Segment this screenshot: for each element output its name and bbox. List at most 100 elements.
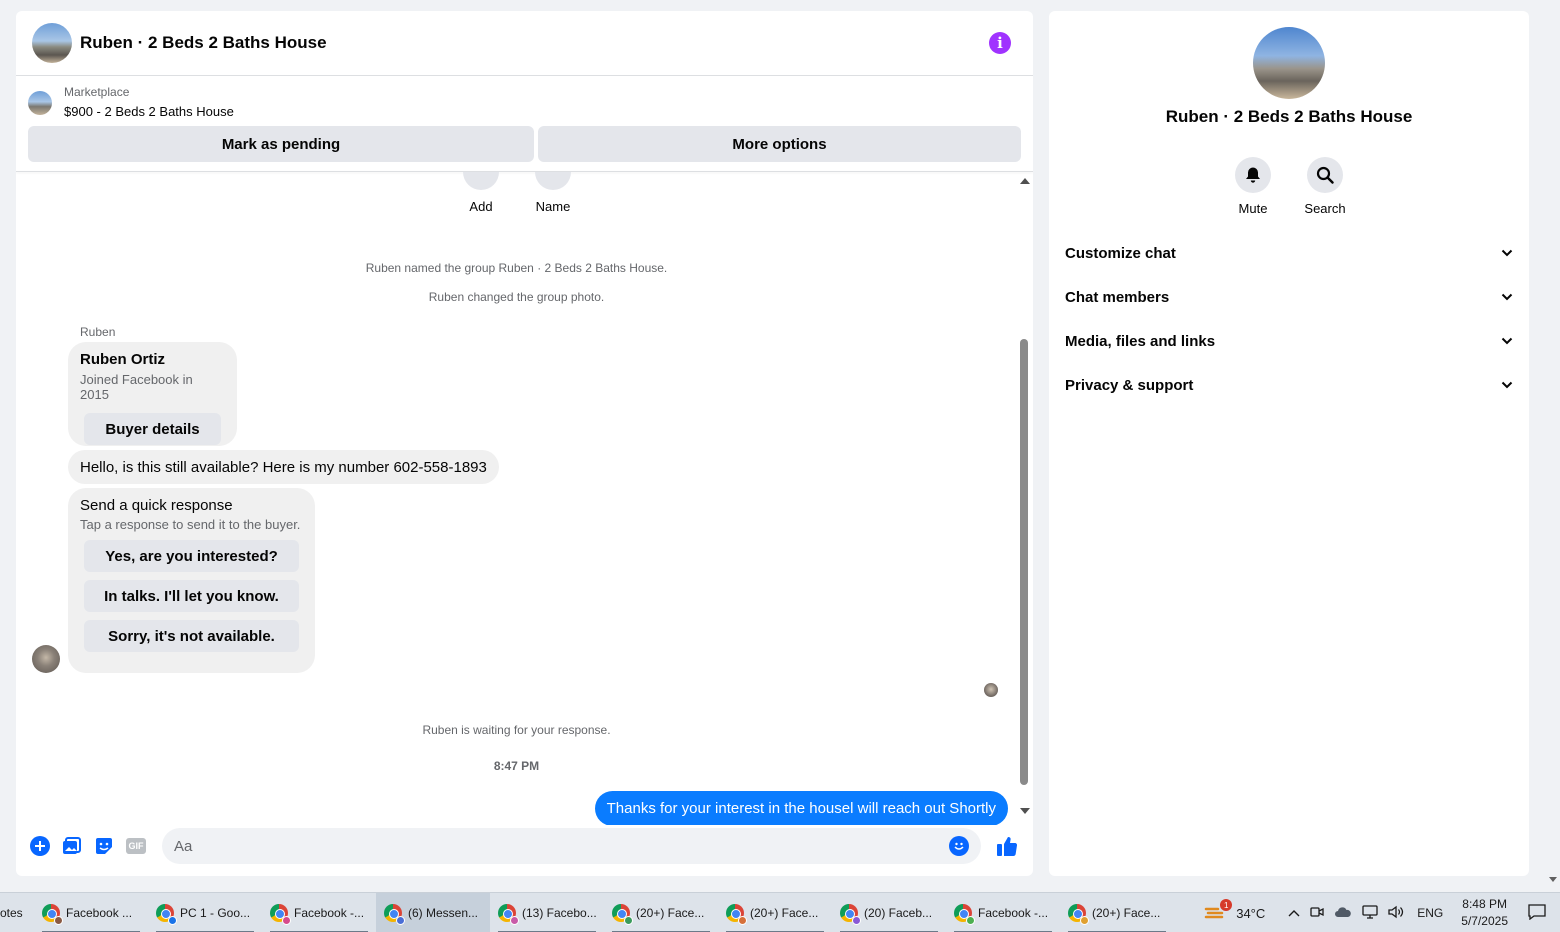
scroll-down-arrow-icon[interactable] bbox=[1020, 808, 1030, 814]
buyer-profile-card: Ruben Ortiz Joined Facebook in 2015 Buye… bbox=[68, 342, 237, 446]
section-chat-members[interactable]: Chat members bbox=[1065, 275, 1513, 319]
scroll-thumb[interactable] bbox=[1020, 339, 1028, 785]
thumbs-up-icon[interactable] bbox=[995, 834, 1019, 858]
photo-icon[interactable] bbox=[62, 836, 82, 856]
name-group-action[interactable]: Name bbox=[523, 172, 583, 214]
buyer-joined: Joined Facebook in 2015 bbox=[80, 372, 193, 402]
quick-response-subtitle: Tap a response to send it to the buyer. bbox=[80, 517, 301, 532]
chevron-down-icon bbox=[1501, 337, 1513, 345]
taskbar-label: otes bbox=[0, 905, 23, 920]
mark-as-pending-button[interactable]: Mark as pending bbox=[28, 126, 534, 162]
system-message-named: Ruben named the group Ruben · 2 Beds 2 B… bbox=[365, 261, 668, 275]
section-customize-chat[interactable]: Customize chat bbox=[1065, 231, 1513, 275]
taskbar-item-chrome[interactable]: (20+) Face... bbox=[604, 893, 718, 932]
temperature[interactable]: 34°C bbox=[1236, 906, 1265, 921]
gif-icon[interactable]: GIF bbox=[126, 838, 146, 854]
taskbar-item-chrome[interactable]: Facebook -... bbox=[946, 893, 1060, 932]
message-input-wrapper bbox=[162, 828, 981, 864]
bell-icon bbox=[1235, 157, 1271, 193]
seen-indicator-avatar bbox=[984, 683, 998, 697]
weather-icon[interactable]: 1 bbox=[1204, 899, 1233, 921]
taskbar-item-chrome[interactable]: (20) Faceb... bbox=[832, 893, 946, 932]
taskbar-label: (13) Facebo... bbox=[522, 905, 597, 920]
section-label: Customize chat bbox=[1065, 244, 1176, 262]
chat-title[interactable]: Ruben · 2 Beds 2 Baths House bbox=[80, 33, 327, 53]
info-title: Ruben · 2 Beds 2 Baths House bbox=[1165, 107, 1413, 126]
onedrive-cloud-icon[interactable] bbox=[1334, 906, 1352, 921]
mute-action[interactable]: Mute bbox=[1235, 157, 1271, 216]
quick-response-title: Send a quick response bbox=[80, 497, 233, 514]
system-tray: 1 34°C ENG 8:48 PM 5/7/2025 bbox=[1199, 893, 1560, 932]
buyer-details-button[interactable]: Buyer details bbox=[84, 413, 221, 445]
chrome-icon bbox=[612, 903, 633, 925]
taskbar-item-chrome[interactable]: (13) Facebo... bbox=[490, 893, 604, 932]
taskbar: otes Facebook ... PC 1 - Goo... Facebook… bbox=[0, 892, 1560, 932]
taskbar-label: (6) Messen... bbox=[408, 905, 479, 920]
taskbar-label: PC 1 - Goo... bbox=[180, 905, 251, 920]
incoming-message[interactable]: Hello, is this still available? Here is … bbox=[68, 450, 499, 484]
volume-icon[interactable] bbox=[1388, 905, 1404, 922]
system-message-photo: Ruben changed the group photo. bbox=[428, 290, 605, 304]
meet-now-icon[interactable] bbox=[1310, 905, 1324, 922]
conversation-info-panel: Ruben · 2 Beds 2 Baths House Mute Search… bbox=[1049, 11, 1529, 876]
section-media-files-links[interactable]: Media, files and links bbox=[1065, 319, 1513, 363]
quick-response-not-available[interactable]: Sorry, it's not available. bbox=[84, 620, 299, 652]
plus-icon[interactable] bbox=[30, 836, 50, 856]
composer: GIF bbox=[16, 816, 1033, 876]
taskbar-item-chrome[interactable]: (20+) Face... bbox=[1060, 893, 1174, 932]
mute-label: Mute bbox=[1238, 201, 1268, 216]
sticker-icon[interactable] bbox=[94, 836, 114, 856]
chevron-down-icon bbox=[1501, 249, 1513, 257]
info-icon[interactable]: i bbox=[989, 32, 1011, 54]
show-hidden-icons-chevron-up-icon[interactable] bbox=[1288, 906, 1300, 920]
taskbar-label: Facebook -... bbox=[294, 905, 365, 920]
chrome-icon bbox=[270, 903, 291, 925]
language-indicator[interactable]: ENG bbox=[1417, 906, 1443, 920]
taskbar-item-chrome[interactable]: Facebook -... bbox=[262, 893, 376, 932]
clock[interactable]: 8:48 PM 5/7/2025 bbox=[1461, 896, 1508, 930]
taskbar-label: (20) Faceb... bbox=[864, 905, 933, 920]
chat-panel: Ruben · 2 Beds 2 Baths House i Marketpla… bbox=[16, 11, 1033, 876]
group-photo[interactable] bbox=[1253, 27, 1325, 99]
search-icon bbox=[1307, 157, 1343, 193]
add-member-action[interactable]: Add bbox=[451, 172, 511, 214]
notification-icon[interactable] bbox=[1528, 903, 1546, 923]
chrome-icon bbox=[726, 903, 747, 925]
message-input[interactable] bbox=[174, 837, 949, 855]
taskbar-item-chrome[interactable]: PC 1 - Goo... bbox=[148, 893, 262, 932]
message-scrollbar[interactable] bbox=[1018, 176, 1030, 816]
name-label: Name bbox=[535, 199, 571, 214]
taskbar-item-chrome[interactable]: Facebook ... bbox=[34, 893, 148, 932]
info-actions: Mute Search bbox=[1049, 157, 1529, 216]
taskbar-item-notes[interactable]: otes bbox=[0, 893, 34, 932]
chrome-icon bbox=[384, 903, 405, 925]
clock-date: 5/7/2025 bbox=[1461, 914, 1508, 928]
taskbar-item-chrome-active[interactable]: (6) Messen... bbox=[376, 892, 490, 932]
emoji-icon[interactable] bbox=[949, 836, 969, 856]
sender-avatar[interactable] bbox=[32, 645, 60, 673]
section-label: Chat members bbox=[1065, 288, 1170, 306]
chrome-icon bbox=[156, 903, 177, 925]
taskbar-item-chrome[interactable]: (20+) Face... bbox=[718, 893, 832, 932]
message-timestamp: 8:47 PM bbox=[493, 759, 540, 773]
quick-response-in-talks[interactable]: In talks. I'll let you know. bbox=[84, 580, 299, 612]
marketplace-listing[interactable]: Marketplace $900 - 2 Beds 2 Baths House bbox=[28, 85, 234, 121]
group-avatar[interactable] bbox=[32, 23, 72, 63]
chrome-icon bbox=[840, 903, 861, 925]
taskbar-label: (20+) Face... bbox=[636, 905, 705, 920]
network-icon[interactable] bbox=[1362, 904, 1378, 922]
quick-response-yes[interactable]: Yes, are you interested? bbox=[84, 540, 299, 572]
section-label: Media, files and links bbox=[1065, 332, 1216, 350]
add-icon bbox=[463, 172, 499, 190]
message-list: Add Name Ruben named the group Ruben · 2… bbox=[16, 172, 1033, 825]
buyer-name[interactable]: Ruben Ortiz bbox=[80, 351, 225, 369]
page-scroll-down-icon[interactable] bbox=[1549, 877, 1557, 882]
taskbar-label: (20+) Face... bbox=[750, 905, 819, 920]
chrome-icon bbox=[498, 903, 519, 925]
search-action[interactable]: Search bbox=[1304, 157, 1346, 216]
weather-badge: 1 bbox=[1220, 899, 1233, 911]
more-options-button[interactable]: More options bbox=[538, 126, 1021, 162]
chevron-down-icon bbox=[1501, 381, 1513, 389]
section-privacy-support[interactable]: Privacy & support bbox=[1065, 363, 1513, 407]
scroll-up-arrow-icon[interactable] bbox=[1020, 178, 1030, 184]
